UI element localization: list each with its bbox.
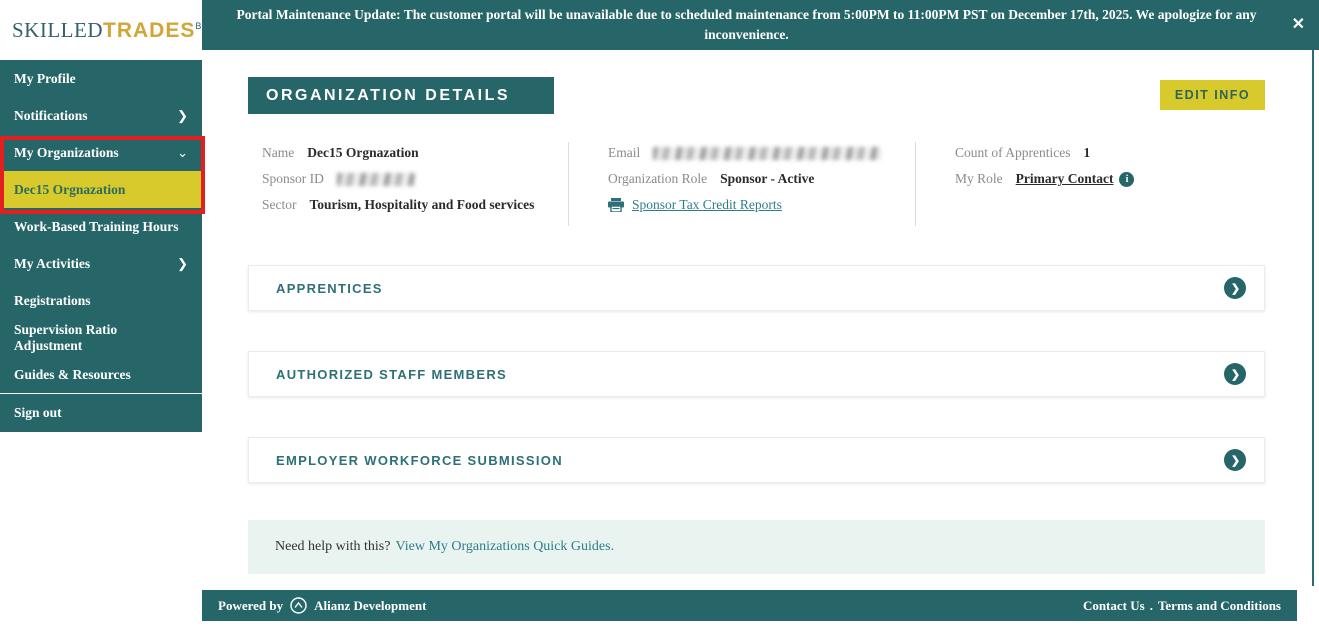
column-divider [915, 142, 916, 226]
help-card: Need help with this? View My Organizatio… [248, 520, 1265, 574]
info-icon[interactable]: i [1119, 172, 1134, 187]
sidebar-item-supervision-ratio-adjustment[interactable]: Supervision Ratio Adjustment [0, 319, 202, 356]
count-of-apprentices-label: Count of Apprentices [955, 145, 1070, 161]
apprentices-accordion[interactable]: APPRENTICES ❯ [248, 265, 1265, 311]
close-icon[interactable]: ✕ [1292, 15, 1305, 35]
sidebar-item-notifications[interactable]: Notifications ❯ [0, 97, 202, 134]
column-divider [568, 142, 569, 226]
sidebar-item-sign-out[interactable]: Sign out [0, 394, 202, 431]
chevron-down-icon: ⌄ [177, 145, 188, 161]
circle-chevron-right-icon[interactable]: ❯ [1224, 363, 1246, 385]
sidebar-item-registrations[interactable]: Registrations [0, 282, 202, 319]
employer-workforce-submission-accordion-label: EMPLOYER WORKFORCE SUBMISSION [276, 453, 563, 468]
authorized-staff-members-accordion-label: AUTHORIZED STAFF MEMBERS [276, 367, 507, 382]
organization-role-value: Sponsor - Active [720, 171, 814, 187]
organization-role-row: Organization Role Sponsor - Active [608, 166, 908, 192]
count-of-apprentices-row: Count of Apprentices 1 [955, 140, 1255, 166]
employer-workforce-submission-accordion[interactable]: EMPLOYER WORKFORCE SUBMISSION ❯ [248, 437, 1265, 483]
page-edge-divider [1312, 50, 1314, 586]
sidebar-item-dec15-orgnazation[interactable]: Dec15 Orgnazation [0, 171, 202, 208]
terms-and-conditions-link[interactable]: Terms and Conditions [1158, 598, 1281, 614]
primary-contact-link[interactable]: Primary Contact [1016, 171, 1114, 187]
maintenance-banner-text: Portal Maintenance Update: The customer … [220, 5, 1273, 44]
app-logo: SKILLEDTRADESBC [0, 0, 202, 60]
sector-row: Sector Tourism, Hospitality and Food ser… [262, 192, 562, 218]
name-row: Name Dec15 Orgnazation [262, 140, 562, 166]
company-name-text: Alianz Development [314, 598, 426, 614]
name-label: Name [262, 145, 294, 161]
contact-us-link[interactable]: Contact Us [1083, 598, 1145, 614]
tax-credit-row: Sponsor Tax Credit Reports [608, 192, 908, 218]
sidebar-item-my-profile[interactable]: My Profile [0, 60, 202, 97]
logo-text-bc: BC [195, 21, 209, 31]
sponsor-id-label: Sponsor ID [262, 171, 324, 187]
page-title: ORGANIZATION DETAILS [248, 77, 554, 114]
authorized-staff-members-accordion[interactable]: AUTHORIZED STAFF MEMBERS ❯ [248, 351, 1265, 397]
sector-label: Sector [262, 197, 297, 213]
logo-text-skilled: SKILLED [12, 18, 103, 42]
logo-text-trades: TRADES [103, 19, 195, 42]
chevron-right-icon: ❯ [177, 108, 188, 124]
sponsor-tax-credit-reports-link[interactable]: Sponsor Tax Credit Reports [632, 197, 782, 213]
footer-separator: . [1150, 598, 1153, 614]
sidebar-item-guides-resources[interactable]: Guides & Resources [0, 356, 202, 393]
help-text: Need help with this? [275, 539, 390, 555]
email-label: Email [608, 145, 640, 161]
email-row: Email [608, 140, 908, 166]
my-role-label: My Role [955, 171, 1003, 187]
my-role-row: My Role Primary Contact i [955, 166, 1255, 192]
organization-role-label: Organization Role [608, 171, 707, 187]
count-of-apprentices-value: 1 [1083, 145, 1090, 161]
printer-icon [608, 198, 624, 212]
circle-chevron-right-icon[interactable]: ❯ [1224, 277, 1246, 299]
edit-info-button[interactable]: EDIT INFO [1160, 80, 1265, 110]
powered-by-text: Powered by [218, 598, 283, 614]
sidebar-item-work-based-training-hours[interactable]: Work-Based Training Hours [0, 208, 202, 245]
sponsor-id-redacted-value [337, 173, 415, 186]
sidebar-nav: My Profile Notifications ❯ My Organizati… [0, 60, 202, 432]
quick-guides-link[interactable]: View My Organizations Quick Guides. [395, 539, 614, 555]
sidebar-item-my-organizations[interactable]: My Organizations ⌄ [0, 134, 202, 171]
alianz-logo-icon [290, 597, 307, 614]
name-value: Dec15 Orgnazation [307, 145, 418, 161]
email-redacted-value [653, 147, 881, 160]
sector-value: Tourism, Hospitality and Food services [310, 197, 535, 213]
maintenance-banner: Portal Maintenance Update: The customer … [202, 0, 1319, 50]
apprentices-accordion-label: APPRENTICES [276, 281, 383, 296]
sponsor-id-row: Sponsor ID [262, 166, 562, 192]
chevron-right-icon: ❯ [177, 256, 188, 272]
sidebar-item-my-activities[interactable]: My Activities ❯ [0, 245, 202, 282]
circle-chevron-right-icon[interactable]: ❯ [1224, 449, 1246, 471]
footer: Powered by Alianz Development Contact Us… [202, 590, 1297, 621]
